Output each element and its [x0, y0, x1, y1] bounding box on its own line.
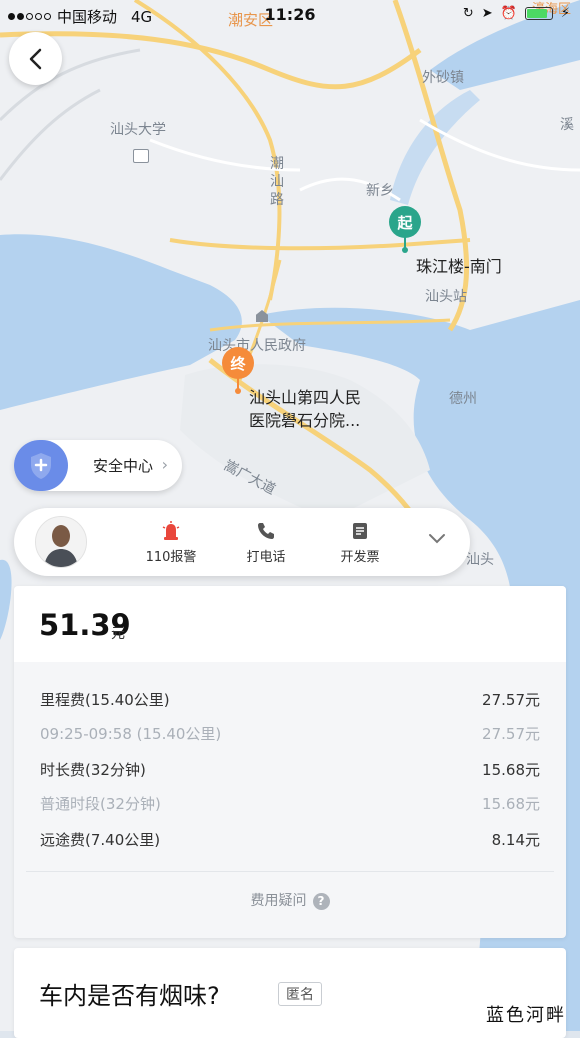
fare-row-duration-detail: 普通时段(32分钟) 15.68元: [40, 793, 540, 815]
fare-row-value: 15.68元: [482, 795, 540, 813]
fare-row-label: 远途费(7.40公里): [40, 831, 161, 849]
map-label-xi: 溪: [560, 117, 574, 133]
chevron-down-icon: [429, 534, 445, 544]
expand-button[interactable]: [428, 530, 446, 549]
fare-row-label: 普通时段(32分钟): [40, 795, 161, 813]
chevron-left-icon: [29, 48, 41, 69]
fare-row-value: 27.57元: [482, 691, 540, 709]
safety-shield-container: [14, 440, 68, 491]
fare-row-label: 里程费(15.40公里): [40, 691, 170, 709]
map-label-shantou-station: 汕头站: [425, 289, 467, 305]
fare-card: 51.39 元 里程费(15.40公里) 27.57元 09:25-09:58 …: [14, 586, 566, 938]
alarm-110-button[interactable]: 110报警: [131, 520, 211, 565]
fare-row-label: 09:25-09:58 (15.40公里): [40, 725, 222, 743]
alarm-110-label: 110报警: [145, 550, 197, 565]
map-label-shantou: 汕头: [466, 552, 494, 568]
driver-photo: [36, 517, 86, 567]
fare-row-value: 27.57元: [482, 725, 540, 743]
fare-row-long-distance: 远途费(7.40公里) 8.14元: [40, 829, 540, 851]
driver-avatar[interactable]: [35, 516, 87, 568]
anonymous-tag: 匿名: [278, 982, 322, 1006]
fare-row-duration: 时长费(32分钟) 15.68元: [40, 759, 540, 781]
smoke-question-title: 车内是否有烟味?: [39, 982, 220, 1010]
watermark: 蓝色河畔: [486, 1005, 566, 1026]
fare-row-mileage-detail: 09:25-09:58 (15.40公里) 27.57元: [40, 723, 540, 745]
end-marker-icon[interactable]: 终: [222, 347, 254, 379]
end-marker-dot: [235, 388, 241, 394]
alarm-clock-icon: ⏰: [500, 6, 517, 21]
fare-row-label: 时长费(32分钟): [40, 761, 146, 779]
map-label-waishazhen: 外砂镇: [422, 70, 464, 86]
location-arrow-icon: ➤: [481, 6, 493, 21]
smoke-feedback-card: 车内是否有烟味? 匿名: [14, 948, 566, 1038]
end-location-label-line2: 医院礐石分院...: [249, 411, 361, 430]
rotation-lock-icon: ↻: [462, 6, 474, 21]
map-label-chaoshan-road: 潮汕路: [270, 156, 284, 208]
fare-divider: [26, 871, 554, 872]
issue-invoice-button[interactable]: 开发票: [320, 520, 400, 565]
call-driver-label: 打电话: [246, 550, 286, 565]
charging-icon: ⚡: [560, 6, 570, 21]
back-button[interactable]: [9, 32, 62, 85]
issue-invoice-label: 开发票: [340, 550, 380, 565]
invoice-icon: [353, 523, 367, 539]
driver-action-bar: 110报警 打电话 开发票: [14, 508, 470, 576]
safety-center-label: 安全中心: [93, 457, 154, 475]
start-location-label: 珠江楼-南门: [416, 257, 502, 276]
alarm-icon: [162, 521, 180, 540]
map-label-dezhou: 德州: [449, 391, 477, 407]
question-icon: ?: [312, 892, 330, 910]
fare-total-unit: 元: [111, 626, 125, 642]
battery-icon: [524, 7, 553, 20]
fare-row-mileage: 里程费(15.40公里) 27.57元: [40, 689, 540, 711]
phone-icon: [258, 523, 274, 539]
fare-question-label: 费用疑问: [250, 893, 307, 909]
status-bar: 中国移动 4G 11:26 ↻ ➤ ⏰ ⚡: [0, 0, 580, 30]
fare-row-value: 15.68元: [482, 761, 540, 779]
chevron-right-icon: ›: [161, 455, 168, 474]
start-marker-icon[interactable]: 起: [389, 206, 421, 238]
status-right: ↻ ➤ ⏰ ⚡: [463, 6, 570, 21]
fare-question-link[interactable]: 费用疑问?: [14, 890, 566, 910]
shield-icon: [31, 452, 51, 479]
start-marker-dot: [402, 247, 408, 253]
safety-center-button[interactable]: 安全中心 ›: [14, 440, 182, 491]
call-driver-button[interactable]: 打电话: [226, 520, 306, 565]
university-icon: [133, 149, 149, 163]
fare-row-value: 8.14元: [491, 831, 540, 849]
map-label-city-gov: 汕头市人民政府: [208, 338, 306, 354]
end-location-label-line1: 汕头山第四人民: [249, 388, 362, 407]
map-label-xinxiang: 新乡: [366, 183, 394, 199]
map-label-shantou-univ: 汕头大学: [110, 122, 166, 138]
fare-header: 51.39 元: [14, 586, 566, 662]
